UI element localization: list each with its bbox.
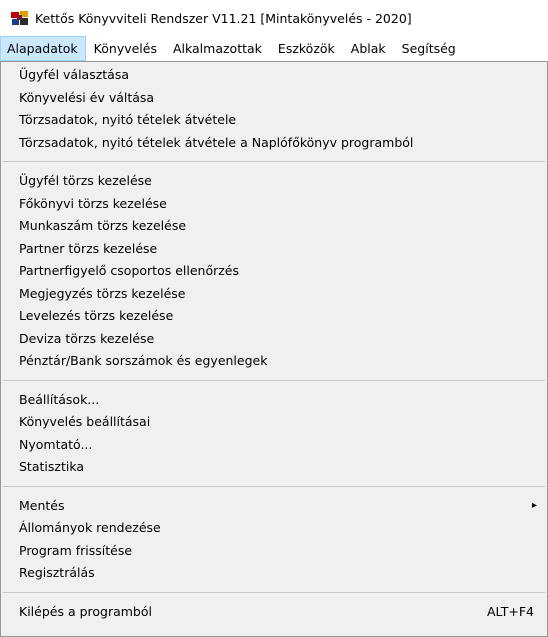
- shortcut-label: ALT+F4: [486, 603, 534, 619]
- menu-item-levelezes-torzs[interactable]: Levelezés törzs kezelése: [1, 305, 547, 328]
- app-icon: [11, 11, 28, 25]
- menu-item-kilepes[interactable]: Kilépés a programból ALT+F4: [1, 601, 547, 624]
- menu-item-beallitasok[interactable]: Beállítások...: [1, 389, 547, 412]
- menu-ablak[interactable]: Ablak: [343, 36, 394, 61]
- menu-alkalmazottak[interactable]: Alkalmazottak: [165, 36, 270, 61]
- submenu-arrow-icon: ▸: [531, 499, 537, 511]
- menu-item-konyveles-beallitasai[interactable]: Könyvelés beállításai: [1, 411, 547, 434]
- menu-alapadatok[interactable]: Alapadatok: [0, 36, 86, 61]
- menu-item-penztar-bank[interactable]: Pénztár/Bank sorszámok és egyenlegek: [1, 350, 547, 373]
- window-title: Kettős Könyvviteli Rendszer V11.21 [Mint…: [35, 10, 412, 26]
- menu-separator: [3, 485, 545, 487]
- menu-item-label: Mentés: [19, 497, 65, 513]
- menu-item-statisztika[interactable]: Statisztika: [1, 456, 547, 479]
- menu-separator: [3, 379, 545, 381]
- menu-item-label: Kilépés a programból: [19, 603, 152, 619]
- menu-item-regisztralas[interactable]: Regisztrálás: [1, 562, 547, 585]
- menu-segitseg[interactable]: Segítség: [394, 36, 464, 61]
- menu-item-konyvelesi-ev-valtasa[interactable]: Könyvelési év váltása: [1, 87, 547, 110]
- menu-item-deviza-torzs[interactable]: Deviza törzs kezelése: [1, 328, 547, 351]
- menu-konyveles[interactable]: Könyvelés: [86, 36, 165, 61]
- menu-item-megjegyzes-torzs[interactable]: Megjegyzés törzs kezelése: [1, 283, 547, 306]
- menu-item-torzsadatok-atvetele-naplofokonyv[interactable]: Törzsadatok, nyitó tételek átvétele a Na…: [1, 132, 547, 155]
- menu-item-munkaszam-torzs[interactable]: Munkaszám törzs kezelése: [1, 215, 547, 238]
- menu-bar: Alapadatok Könyvelés Alkalmazottak Eszkö…: [0, 36, 548, 61]
- menu-separator: [3, 591, 545, 593]
- menu-item-allomanyok-rendezese[interactable]: Állományok rendezése: [1, 517, 547, 540]
- menu-item-torzsadatok-atvetele[interactable]: Törzsadatok, nyitó tételek átvétele: [1, 109, 547, 132]
- menu-item-program-frissitese[interactable]: Program frissítése: [1, 540, 547, 563]
- menu-item-nyomtato[interactable]: Nyomtató...: [1, 434, 547, 457]
- menu-item-ugyfel-valasztasa[interactable]: Ügyfél választása: [1, 64, 547, 87]
- menu-item-mentes[interactable]: Mentés ▸: [1, 495, 547, 518]
- menu-item-partner-torzs[interactable]: Partner törzs kezelése: [1, 238, 547, 261]
- alapadatok-dropdown: Ügyfél választása Könyvelési év váltása …: [0, 61, 548, 637]
- menu-separator: [3, 161, 545, 162]
- menu-item-partnerfigyelo[interactable]: Partnerfigyelő csoportos ellenőrzés: [1, 260, 547, 283]
- menu-item-ugyfel-torzs[interactable]: Ügyfél törzs kezelése: [1, 170, 547, 193]
- title-bar: Kettős Könyvviteli Rendszer V11.21 [Mint…: [0, 0, 548, 36]
- menu-item-fokonyvi-torzs[interactable]: Főkönyvi törzs kezelése: [1, 193, 547, 216]
- menu-eszkozok[interactable]: Eszközök: [270, 36, 343, 61]
